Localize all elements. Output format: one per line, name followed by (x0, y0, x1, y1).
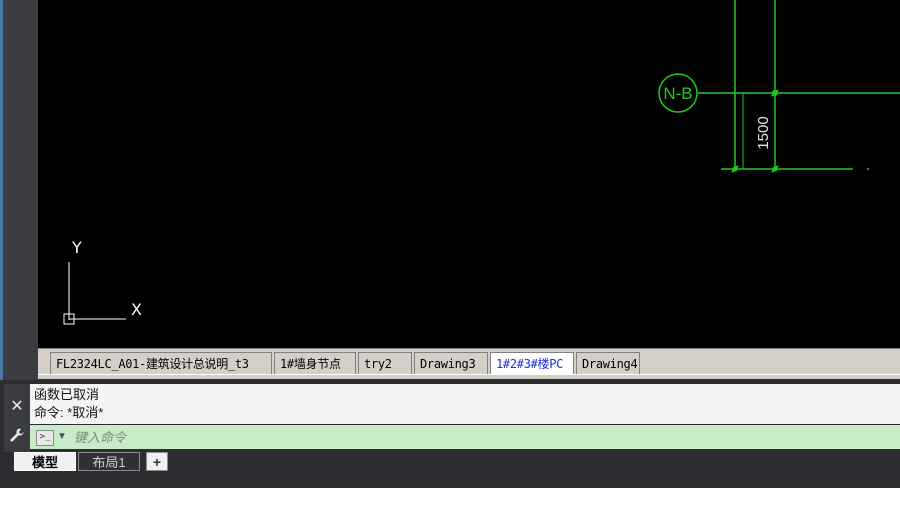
file-tab-active[interactable]: 1#2#3#楼PC (490, 352, 574, 374)
command-history: 函数已取消 命令: *取消* (30, 384, 900, 424)
tab-divider (38, 374, 900, 375)
file-tab[interactable]: try2 (358, 352, 412, 374)
wrench-icon[interactable] (4, 424, 30, 446)
left-panel-strip (3, 0, 38, 380)
chevron-down-icon[interactable]: ▼ (57, 428, 67, 446)
command-prompt-icon[interactable]: >_ (36, 430, 54, 446)
bottom-strip (0, 488, 900, 506)
axis-bubble-label: N-B (663, 84, 692, 103)
add-layout-button[interactable]: + (146, 452, 168, 471)
ucs-x-label: X (131, 300, 142, 319)
file-tab[interactable]: FL2324LC_A01-建筑设计总说明_t3 (50, 352, 272, 374)
file-tabs-bar: FL2324LC_A01-建筑设计总说明_t3 1#墙身节点 try2 Draw… (38, 348, 900, 379)
file-tab[interactable]: Drawing4 (576, 352, 640, 374)
command-line: >_ ▼ (30, 425, 900, 449)
drawing-geometry: N-B 1500 Y X (63, 0, 900, 325)
ucs-icon (63, 262, 126, 325)
end-marker (867, 168, 869, 170)
file-tab[interactable]: 1#墙身节点 (274, 352, 356, 374)
file-tab[interactable]: Drawing3 (414, 352, 488, 374)
status-bar (0, 474, 900, 488)
grid-node (772, 90, 778, 96)
tab-layout1[interactable]: 布局1 (78, 452, 140, 471)
ucs-y-label: Y (71, 238, 82, 257)
drawing-canvas[interactable]: N-B 1500 Y X (38, 0, 900, 348)
tab-model[interactable]: 模型 (14, 452, 76, 471)
close-icon[interactable]: ✕ (4, 396, 30, 418)
history-line: 函数已取消 (34, 387, 100, 402)
dimension-text: 1500 (755, 116, 772, 149)
history-line: 命令: *取消* (34, 405, 104, 420)
command-input[interactable] (74, 427, 874, 447)
grid-node (732, 166, 738, 172)
command-window-side-toolbar: ✕ (4, 384, 30, 452)
grid-node (772, 166, 778, 172)
layout-tabs-bar: 模型 布局1 + (0, 452, 900, 474)
